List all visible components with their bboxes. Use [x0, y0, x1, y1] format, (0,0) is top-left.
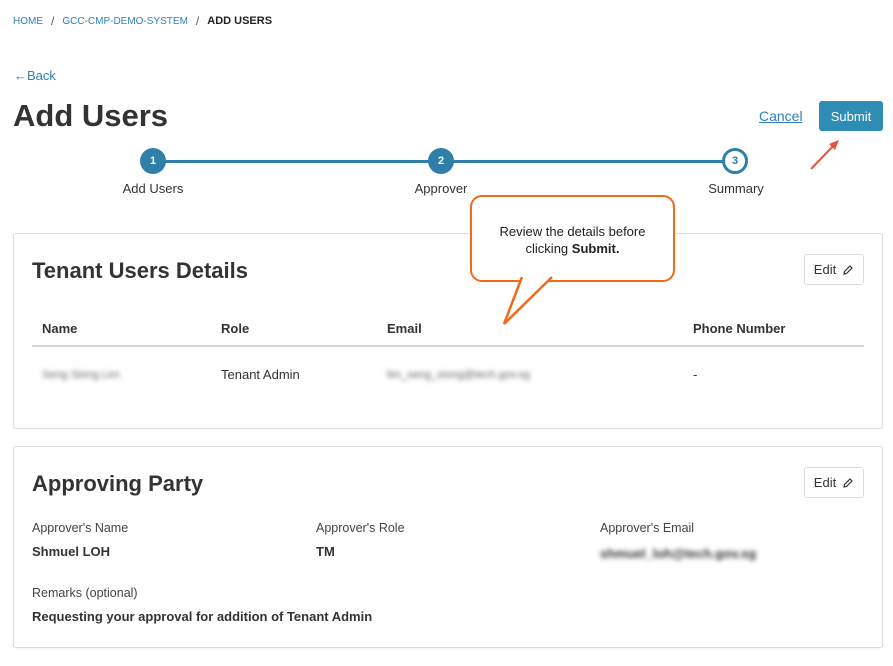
breadcrumb-current: ADD USERS — [207, 15, 273, 27]
step-1-number: 1 — [149, 155, 157, 167]
annotation-arrow-icon — [810, 140, 839, 170]
approver-role-label: Approver's Role — [316, 521, 405, 535]
breadcrumb: HOME / GCC-CMP-DEMO-SYSTEM / ADD USERS — [13, 14, 272, 28]
approving-party-title: Approving Party — [32, 471, 204, 496]
cancel-link[interactable]: Cancel — [759, 108, 803, 124]
tenant-users-edit-button[interactable]: Edit — [804, 254, 864, 285]
column-header-role: Role — [221, 321, 250, 336]
edit-button-label: Edit — [813, 475, 837, 490]
step-2-circle: 2 — [428, 148, 454, 174]
page-title: Add Users — [13, 98, 169, 133]
callout-box: Review the details before clicking Submi… — [470, 195, 675, 282]
approver-name-label: Approver's Name — [32, 521, 129, 535]
remarks-label: Remarks (optional) — [32, 586, 138, 600]
column-header-phone: Phone Number — [693, 321, 786, 336]
step-2-label: Approver — [414, 181, 468, 196]
callout-text: Review the details before clicking Submi… — [472, 223, 673, 257]
column-header-name: Name — [42, 321, 78, 336]
back-link[interactable]: ←Back — [14, 68, 56, 83]
tenant-users-title: Tenant Users Details — [32, 258, 249, 283]
step-2-number: 2 — [437, 155, 445, 167]
step-3-number: 3 — [731, 155, 739, 167]
breadcrumb-separator: / — [51, 14, 55, 28]
user-email-cell: lim_seng_siong@tech.gov.sg — [387, 369, 531, 381]
user-name-cell: Seng Siong Lim — [42, 369, 120, 381]
column-header-email: Email — [387, 321, 422, 336]
approver-name-value: Shmuel LOH — [32, 544, 111, 559]
edit-button-label: Edit — [813, 262, 837, 277]
tenant-users-card: Tenant Users Details Edit Name Role Emai… — [13, 233, 883, 429]
breadcrumb-home-link[interactable]: HOME — [13, 16, 43, 27]
callout-text-bold: Submit. — [571, 241, 620, 256]
step-1-label: Add Users — [122, 181, 184, 196]
user-phone-cell: - — [693, 367, 698, 382]
approving-party-card: Approving Party Edit Approver's Name Shm… — [13, 446, 883, 648]
step-3-label: Summary — [708, 181, 764, 196]
step-1-circle: 1 — [140, 148, 166, 174]
stepper-line — [163, 160, 433, 163]
remarks-value: Requesting your approval for addition of… — [32, 609, 373, 624]
user-role-cell: Tenant Admin — [221, 367, 300, 382]
left-arrow-icon: ← — [14, 68, 27, 83]
pencil-icon — [843, 264, 854, 275]
step-3-circle: 3 — [722, 148, 748, 174]
approving-party-edit-button[interactable]: Edit — [804, 467, 864, 498]
stepper-line — [453, 160, 723, 163]
approver-email-label: Approver's Email — [600, 521, 695, 535]
approver-email-value: shmuel_loh@tech.gov.sg — [600, 546, 757, 561]
submit-button[interactable]: Submit — [819, 101, 883, 131]
breadcrumb-separator: / — [195, 14, 200, 28]
callout-tail — [502, 276, 553, 325]
breadcrumb-system-link[interactable]: GCC-CMP-DEMO-SYSTEM — [62, 16, 188, 27]
pencil-icon — [843, 477, 854, 488]
back-link-label: Back — [27, 68, 56, 83]
table-divider — [32, 345, 864, 347]
approver-role-value: TM — [316, 544, 335, 559]
